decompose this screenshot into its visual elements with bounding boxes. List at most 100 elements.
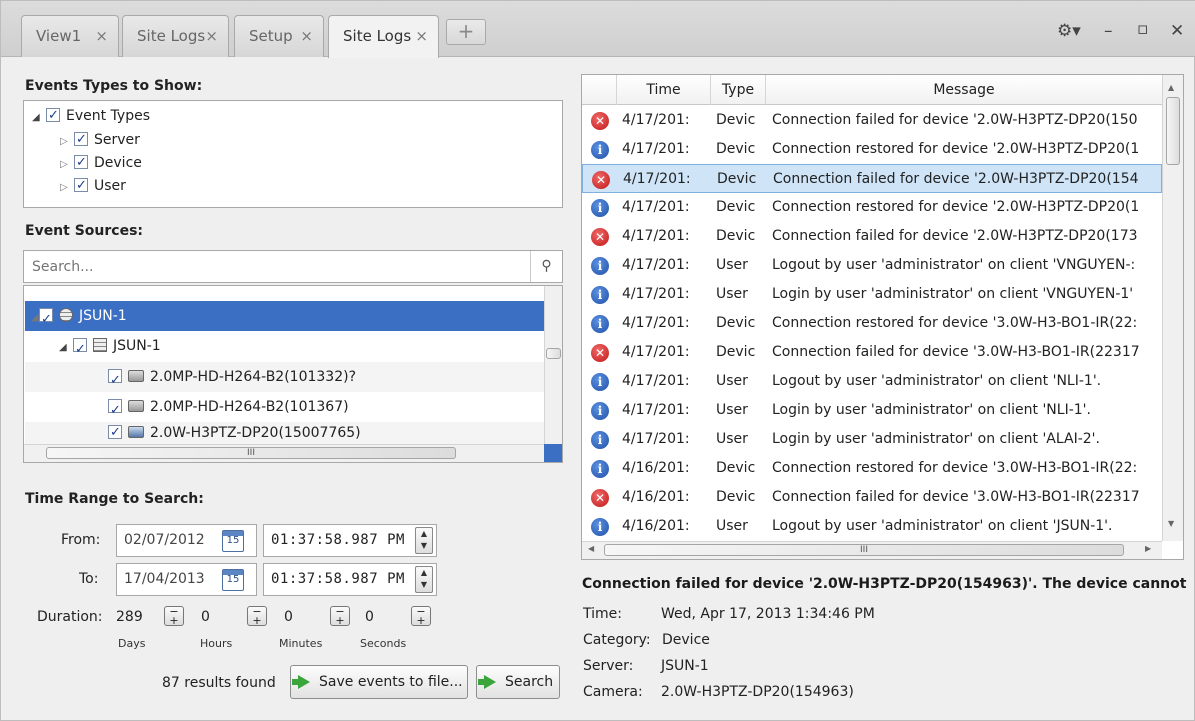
log-row[interactable]: i 4/17/201: User Logout by user 'administra…	[582, 251, 1162, 280]
calendar-icon[interactable]: 15	[222, 569, 244, 591]
log-row[interactable]: ✕ 4/17/201: Devic Connection failed for dev…	[582, 222, 1162, 251]
collapse-arrow-icon[interactable]: ◢	[59, 333, 73, 363]
log-row[interactable]: i 4/17/201: User Login by user 'administrat…	[582, 396, 1162, 425]
from-time-field[interactable]: 01:37:58.987 PM	[263, 524, 437, 557]
error-icon: ✕	[591, 344, 609, 362]
cell-type: Devic	[716, 112, 756, 128]
to-time-field[interactable]: 01:37:58.987 PM	[263, 563, 437, 596]
checkbox-camera[interactable]	[108, 422, 122, 444]
checkbox-camera[interactable]	[108, 366, 122, 396]
cell-message: Connection failed for device '3.0W-H3-BO…	[772, 344, 1140, 360]
scroll-up-icon[interactable]: ▲	[1168, 83, 1174, 92]
time-spinner[interactable]: ▲ ▼	[415, 527, 433, 554]
expand-arrow-icon[interactable]: ▷	[60, 154, 74, 176]
tab-label: View1	[36, 27, 82, 45]
expand-arrow-icon[interactable]: ▷	[60, 131, 74, 153]
log-row[interactable]: ✕ 4/16/201: Devic Connection failed for dev…	[582, 483, 1162, 512]
tree-item-server[interactable]: ▷ Server	[60, 129, 140, 151]
checkbox-camera[interactable]	[108, 396, 122, 426]
source-row-server[interactable]: ◢ JSUN-1	[25, 331, 544, 365]
source-search: ⚲	[23, 250, 563, 283]
column-header-time[interactable]: Time	[616, 75, 710, 105]
calendar-icon[interactable]: 15	[222, 530, 244, 552]
maximize-icon[interactable]: ▫	[1137, 19, 1149, 39]
hours-stepper[interactable]: − +	[247, 606, 267, 626]
column-header-message[interactable]: Message	[765, 75, 1162, 105]
log-row[interactable]: i 4/17/201: Devic Connection restored for d…	[582, 309, 1162, 338]
horizontal-scrollbar[interactable]: ◀ III ▶	[582, 541, 1162, 559]
settings-gear-icon[interactable]: ⚙▾	[1057, 21, 1081, 41]
source-row-camera[interactable]: 2.0W-H3PTZ-DP20(15007765)	[25, 422, 544, 444]
collapse-arrow-icon[interactable]: ◢	[25, 303, 39, 333]
server-icon	[93, 338, 107, 352]
detail-key: Server:	[583, 658, 634, 674]
search-button[interactable]: Search	[476, 665, 560, 699]
seconds-stepper[interactable]: − +	[411, 606, 431, 626]
time-spinner[interactable]: ▲ ▼	[415, 566, 433, 593]
tree-item-user[interactable]: ▷ User	[60, 175, 126, 197]
source-row-camera[interactable]: 2.0MP-HD-H264-B2(101332)?	[25, 362, 544, 396]
cell-message: Connection restored for device '2.0W-H3P…	[772, 199, 1140, 215]
tab-setup[interactable]: Setup ×	[234, 15, 324, 57]
log-row[interactable]: ✕ 4/17/201: Devic Connection failed for dev…	[582, 164, 1162, 193]
log-row[interactable]: i 4/17/201: Devic Connection restored for d…	[582, 193, 1162, 222]
log-row[interactable]: ✕ 4/17/201: Devic Connection failed for dev…	[582, 106, 1162, 135]
log-row[interactable]: i 4/16/201: Devic Connection restored for d…	[582, 454, 1162, 483]
expand-arrow-icon[interactable]: ▷	[60, 177, 74, 199]
tab-site-logs-1[interactable]: Site Logs ×	[122, 15, 229, 57]
scrollbar-thumb[interactable]	[1166, 97, 1180, 165]
column-header-type[interactable]: Type	[710, 75, 765, 105]
days-stepper[interactable]: − +	[164, 606, 184, 626]
save-events-button[interactable]: Save events to file...	[290, 665, 468, 699]
cell-time: 4/17/201:	[622, 141, 690, 157]
log-row[interactable]: i 4/17/201: User Login by user 'administrat…	[582, 280, 1162, 309]
search-icon[interactable]: ⚲	[530, 251, 562, 282]
button-label: Save events to file...	[319, 674, 463, 690]
checkbox-site[interactable]	[39, 305, 53, 335]
tab-close-icon[interactable]: ×	[415, 16, 428, 56]
tree-item-event-types[interactable]: ◢ Event Types	[32, 105, 150, 127]
source-row-site[interactable]: ◢ JSUN-1	[25, 301, 544, 335]
tab-site-logs-2[interactable]: Site Logs ×	[328, 15, 439, 58]
log-row[interactable]: i 4/16/201: User Logout by user 'administra…	[582, 512, 1162, 541]
checkbox-event-types[interactable]	[46, 105, 60, 127]
to-date-value: 17/04/2013	[124, 571, 205, 587]
horizontal-scrollbar[interactable]: III	[24, 444, 544, 462]
checkbox-server-source[interactable]	[73, 335, 87, 365]
cell-type: Devic	[716, 489, 756, 505]
scroll-down-icon[interactable]: ▼	[1168, 519, 1174, 528]
vertical-scrollbar[interactable]: ▲ ▼	[1162, 75, 1183, 541]
duration-value: 289	[116, 609, 143, 625]
vertical-scrollbar[interactable]	[544, 286, 562, 444]
scroll-right-icon[interactable]: ▶	[1145, 544, 1151, 553]
tab-close-icon[interactable]: ×	[95, 16, 108, 56]
checkbox-user[interactable]	[74, 175, 88, 197]
log-row[interactable]: i 4/17/201: User Logout by user 'administra…	[582, 367, 1162, 396]
close-icon[interactable]: ✕	[1170, 21, 1184, 41]
cell-time: 4/16/201:	[622, 460, 690, 476]
checkbox-device[interactable]	[74, 152, 88, 174]
add-tab-button[interactable]: +	[446, 19, 486, 45]
checkbox-server[interactable]	[74, 129, 88, 151]
minutes-stepper[interactable]: − +	[330, 606, 350, 626]
scrollbar-thumb[interactable]: III	[46, 447, 456, 459]
log-row[interactable]: i 4/17/201: Devic Connection restored for d…	[582, 135, 1162, 164]
source-row-camera[interactable]: 2.0MP-HD-H264-B2(101367)	[25, 392, 544, 426]
log-row[interactable]: i 4/17/201: User Login by user 'administrat…	[582, 425, 1162, 454]
tab-view1[interactable]: View1 ×	[21, 15, 119, 57]
log-row[interactable]: ✕ 4/17/201: Devic Connection failed for dev…	[582, 338, 1162, 367]
cell-message: Logout by user 'administrator' on client…	[772, 518, 1113, 534]
tab-close-icon[interactable]: ×	[205, 16, 218, 56]
source-label: 2.0MP-HD-H264-B2(101367)	[150, 399, 349, 415]
column-header-icon[interactable]	[582, 75, 616, 105]
tab-close-icon[interactable]: ×	[300, 16, 313, 56]
unit-hours: Hours	[200, 637, 233, 650]
scroll-left-icon[interactable]: ◀	[588, 544, 594, 553]
tree-item-device[interactable]: ▷ Device	[60, 152, 142, 174]
collapse-arrow-icon[interactable]: ◢	[32, 107, 46, 129]
scrollbar-thumb[interactable]	[546, 348, 561, 359]
minimize-icon[interactable]: –	[1104, 21, 1113, 41]
scrollbar-thumb[interactable]: III	[604, 544, 1124, 556]
search-input[interactable]	[24, 251, 524, 282]
source-label: 2.0W-H3PTZ-DP20(15007765)	[150, 425, 361, 441]
